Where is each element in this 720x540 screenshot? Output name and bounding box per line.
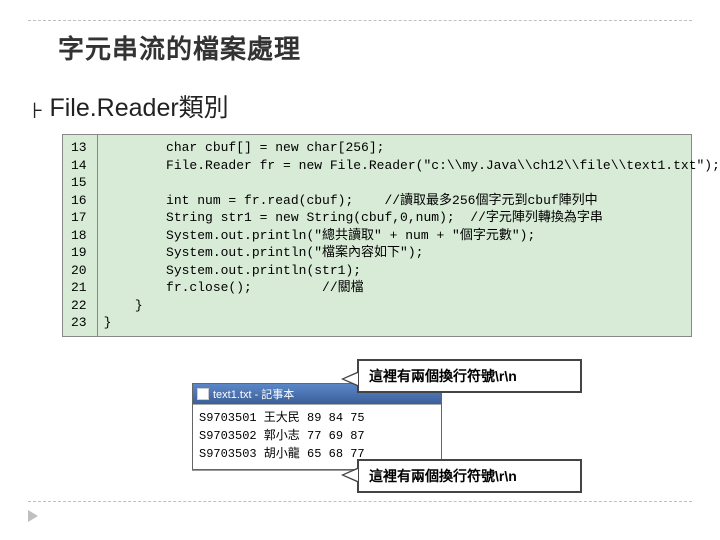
code-body: char cbuf[] = new char[256]; File.Reader…: [98, 135, 720, 336]
callout-tail-icon: [341, 371, 359, 387]
slide-title: 字元串流的檔案處理: [58, 29, 692, 66]
bullet-icon: ⊦: [32, 98, 43, 124]
callout-1: 這裡有兩個換行符號\r\n: [357, 359, 582, 393]
callout-2: 這裡有兩個換行符號\r\n: [357, 459, 582, 493]
callout-tail-icon: [341, 467, 359, 483]
code-block: 13 14 15 16 17 18 19 20 21 22 23 char cb…: [62, 134, 692, 337]
section-title: File.Reader類別: [49, 88, 228, 124]
top-divider: [28, 20, 692, 21]
callout-1-text: 這裡有兩個換行符號\r\n: [369, 368, 517, 384]
section: ⊦ File.Reader類別 13 14 15 16 17 18 19 20 …: [28, 88, 692, 503]
slide: 字元串流的檔案處理 ⊦ File.Reader類別 13 14 15 16 17…: [0, 0, 720, 540]
notepad-icon: [197, 388, 209, 400]
notepad-window: text1.txt - 記事本 S9703501 王大民 89 84 75S97…: [192, 383, 442, 470]
callout-2-text: 這裡有兩個換行符號\r\n: [369, 468, 517, 484]
notepad-title: text1.txt - 記事本: [213, 386, 294, 402]
notepad-row: S9703501 王大民 89 84 75: [199, 409, 435, 427]
page-marker-icon: [28, 510, 38, 522]
notepad-area: text1.txt - 記事本 S9703501 王大民 89 84 75S97…: [192, 363, 592, 503]
code-gutter: 13 14 15 16 17 18 19 20 21 22 23: [63, 135, 98, 336]
notepad-row: S9703502 郭小志 77 69 87: [199, 427, 435, 445]
bottom-divider: [28, 501, 692, 502]
